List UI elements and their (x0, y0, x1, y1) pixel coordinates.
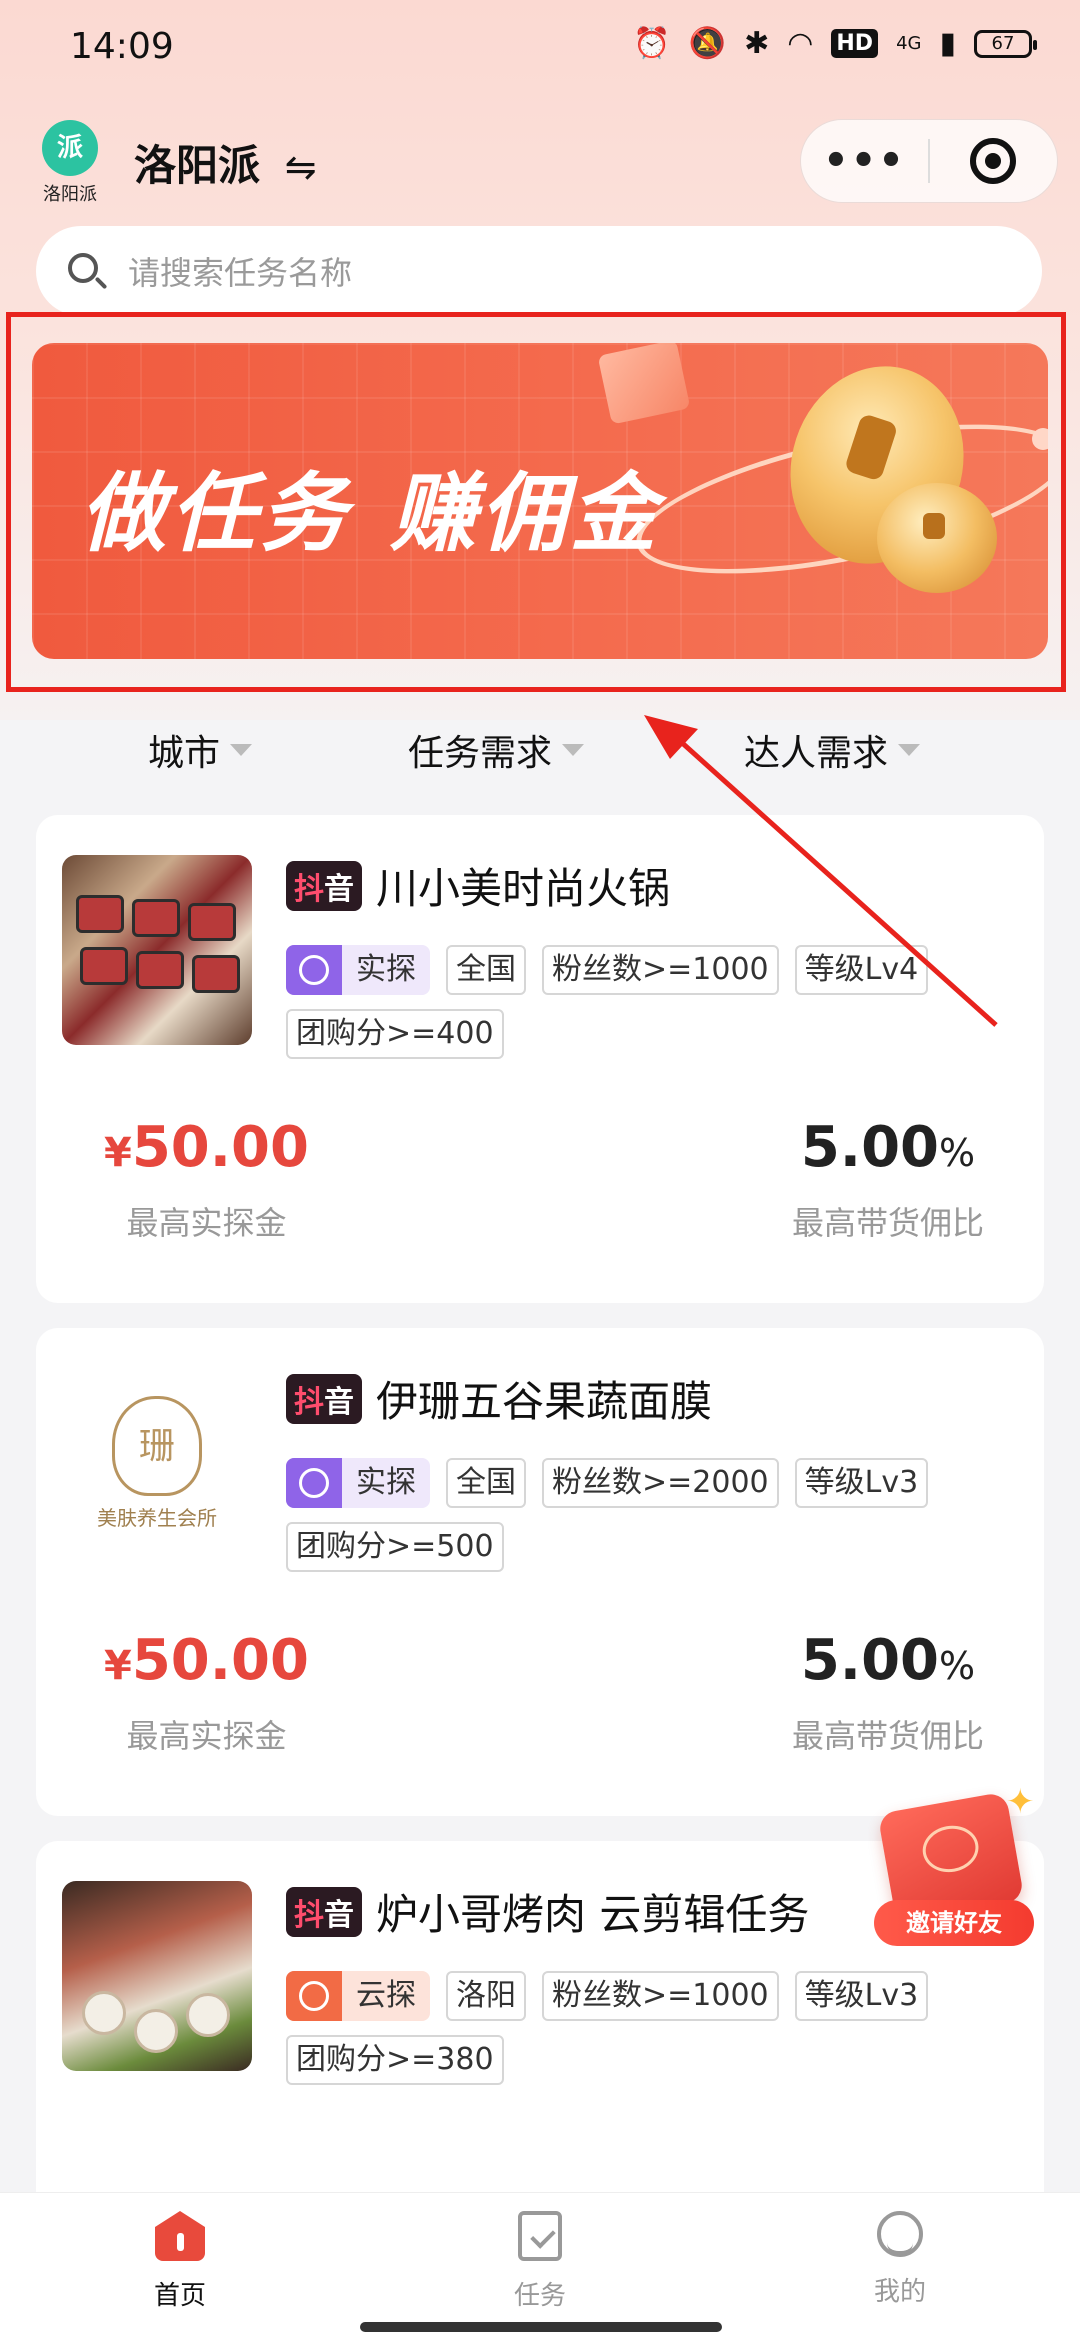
task-thumbnail (62, 855, 252, 1045)
task-thumbnail: 珊 美肤养生会所 (62, 1368, 252, 1558)
max-commission-ratio: 5.00% 最高带货佣比 (791, 1628, 984, 1755)
brand-logo-image: 珊 (112, 1395, 202, 1496)
tag-group-score: 团购分>=380 (286, 2035, 504, 2085)
filter-city[interactable]: 城市 (148, 724, 253, 776)
tag-followers: 粉丝数>=2000 (542, 1458, 779, 1508)
switch-icon: ⇋ (284, 145, 317, 189)
close-button[interactable] (930, 138, 1057, 184)
app-title: 洛阳派 (134, 141, 261, 190)
more-button[interactable]: ••• (801, 119, 928, 203)
task-title: 炉小哥烤肉 云剪辑任务 (376, 1890, 810, 1939)
battery-icon: 67 (974, 29, 1037, 58)
ratio-label: 最高带货佣比 (791, 1717, 984, 1755)
status-bar: 14:09 ⏰ 🔕 ✱ ◠ HD 4G ▮ 67 (0, 0, 1080, 100)
banner-highlight-frame (6, 312, 1066, 692)
price-value: 50.00 (131, 1115, 309, 1180)
max-visit-reward: ¥50.00 最高实探金 (104, 1628, 309, 1755)
tag-followers: 粉丝数>=1000 (542, 1971, 779, 2021)
home-indicator (360, 2322, 722, 2332)
bottom-tab-bar: 首页 任务 我的 (0, 2192, 1080, 2340)
target-icon (970, 138, 1017, 184)
annotation-arrow (644, 715, 998, 1027)
douyin-badge: 抖音 (286, 860, 362, 911)
card-title-row: 抖音 伊珊五谷果蔬面膜 (286, 1368, 712, 1429)
task-tags: 实探 全国 粉丝数>=2000 等级Lv3 团购分>=500 (286, 1458, 1026, 1572)
status-icons: ⏰ 🔕 ✱ ◠ HD 4G ▮ 67 (633, 26, 1037, 61)
task-title: 伊珊五谷果蔬面膜 (376, 1377, 713, 1426)
ratio-label: 最高带货佣比 (791, 1204, 984, 1242)
shop-visit-icon (286, 1458, 342, 1508)
task-card[interactable]: 珊 美肤养生会所 抖音 伊珊五谷果蔬面膜 实探 全国 粉丝数>=2000 等级L… (36, 1328, 1044, 1816)
app-title-switch[interactable]: 洛阳派 ⇋ (134, 132, 316, 193)
profile-icon (877, 2211, 923, 2257)
caret-down-icon (230, 744, 253, 756)
price-value: 50.00 (131, 1628, 309, 1693)
search-icon (66, 251, 108, 291)
task-type-tag: 实探 (286, 1458, 430, 1508)
task-type-tag: 实探 (286, 945, 430, 995)
tab-home[interactable]: 首页 (100, 2211, 260, 2312)
filter-label: 城市 (148, 733, 221, 774)
ratio-value: 5.00 (800, 1115, 940, 1180)
task-tags: 云探 洛阳 粉丝数>=1000 等级Lv3 团购分>=380 (286, 1971, 1026, 2085)
task-title: 川小美时尚火锅 (376, 864, 671, 913)
hd-badge: HD (831, 29, 879, 58)
tag-region: 全国 (446, 945, 526, 995)
mute-icon: 🔕 (688, 26, 727, 61)
shop-visit-icon (286, 945, 342, 995)
douyin-badge: 抖音 (286, 1373, 362, 1424)
task-icon (518, 2211, 562, 2261)
status-time: 14:09 (70, 26, 174, 67)
douyin-badge: 抖音 (286, 1886, 362, 1937)
tag-group-score: 团购分>=500 (286, 1522, 504, 1572)
max-visit-reward: ¥50.00 最高实探金 (104, 1115, 309, 1242)
tab-label: 任务 (513, 2281, 566, 2311)
invite-label: 邀请好友 (874, 1900, 1034, 1946)
wifi-icon: ◠ (787, 26, 814, 61)
home-icon (155, 2211, 205, 2261)
filter-label: 任务需求 (408, 733, 553, 774)
app-header: 派 洛阳派 洛阳派 ⇋ ••• (0, 110, 1080, 220)
max-commission-ratio: 5.00% 最高带货佣比 (791, 1115, 984, 1242)
network-type: 4G (896, 32, 922, 54)
brand-logo-caption: 美肤养生会所 (97, 1505, 217, 1530)
search-input[interactable]: 请搜索任务名称 (36, 226, 1042, 316)
tag-group-score: 团购分>=400 (286, 1009, 504, 1059)
bluetooth-icon: ✱ (744, 26, 770, 61)
ratio-value: 5.00 (800, 1628, 940, 1693)
tag-level: 等级Lv3 (794, 1971, 929, 2021)
app-logo: 派 洛阳派 (42, 120, 102, 210)
signal-icon: ▮ (939, 26, 956, 61)
alarm-icon: ⏰ (633, 26, 671, 61)
filter-task-demand[interactable]: 任务需求 (408, 724, 585, 776)
tab-me[interactable]: 我的 (820, 2211, 980, 2308)
tag-region: 全国 (446, 1458, 526, 1508)
caret-down-icon (562, 744, 585, 756)
tab-label: 我的 (873, 2277, 926, 2307)
invite-friends-button[interactable]: ✦ 邀请好友 (866, 1782, 1042, 1952)
tag-level: 等级Lv3 (794, 1458, 929, 1508)
tab-tasks[interactable]: 任务 (460, 2211, 620, 2312)
logo-text: 洛阳派 (43, 184, 97, 205)
price-label: 最高实探金 (126, 1717, 287, 1755)
task-type-tag: 云探 (286, 1971, 430, 2021)
tag-region: 洛阳 (446, 1971, 526, 2021)
cloud-visit-icon (286, 1971, 342, 2021)
miniprogram-capsule: ••• (800, 119, 1058, 203)
sparkle-icon: ✦ (1006, 1782, 1035, 1822)
price-label: 最高实探金 (126, 1204, 287, 1242)
card-title-row: 抖音 川小美时尚火锅 (286, 855, 670, 916)
tab-label: 首页 (153, 2281, 206, 2311)
task-thumbnail (62, 1881, 252, 2071)
card-title-row: 抖音 炉小哥烤肉 云剪辑任务 (286, 1881, 809, 1942)
logo-mark: 派 (42, 120, 98, 176)
search-placeholder: 请搜索任务名称 (128, 254, 353, 292)
